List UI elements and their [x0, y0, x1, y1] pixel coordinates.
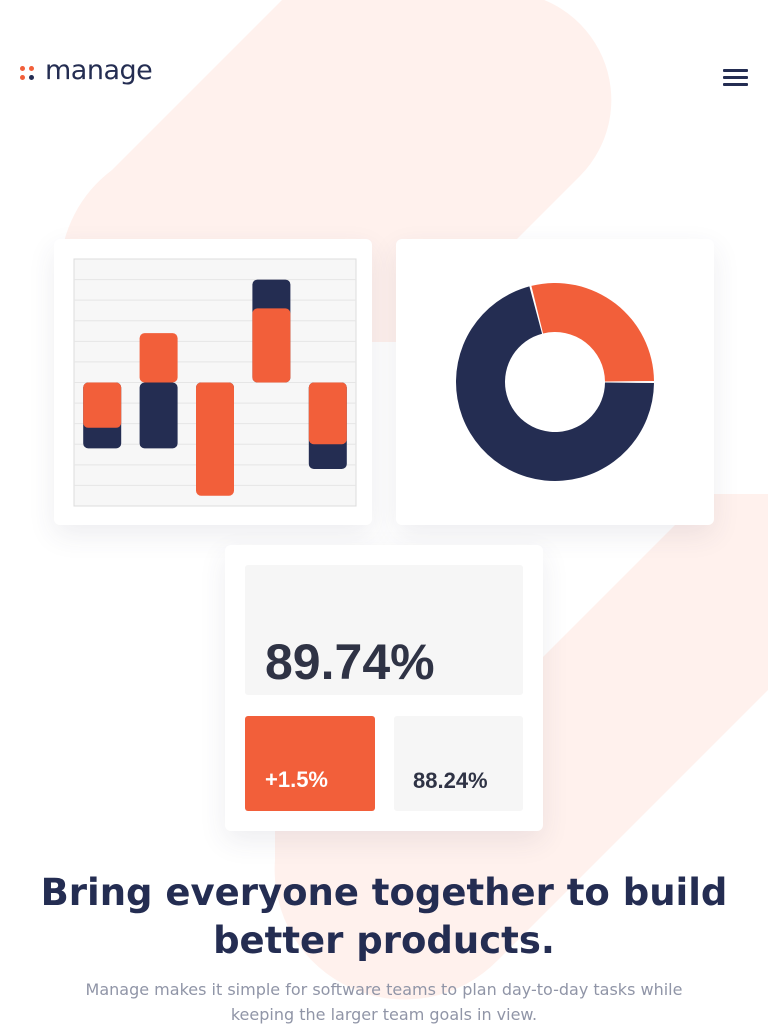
stat-change-panel: +1.5% — [245, 716, 375, 811]
bar-series-2-1 — [83, 382, 122, 428]
hamburger-menu-icon[interactable] — [720, 66, 750, 88]
logo-dot-bottom-right — [29, 75, 34, 80]
stat-change-value: +1.5% — [265, 767, 328, 792]
landing-page: manage 89.74% +1.5% 88.24% Bring everyon… — [0, 0, 768, 1024]
stat-main-panel: 89.74% — [245, 565, 523, 695]
stat-main-value: 89.74% — [265, 634, 435, 690]
stat-secondary-panel: 88.24% — [394, 716, 523, 811]
logo[interactable]: manage — [20, 54, 153, 88]
logo-dot-bottom-left — [20, 75, 25, 80]
hamburger-line-bottom — [723, 83, 748, 86]
hero-title: Bring everyone together to build better … — [40, 869, 728, 965]
hero-description: Manage makes it simple for software team… — [54, 977, 714, 1024]
logo-dots-icon — [20, 64, 36, 80]
bar-series-2-4 — [252, 308, 291, 383]
stat-secondary-value: 88.24% — [413, 768, 488, 793]
bar-chart-card — [54, 239, 372, 525]
hero-description-line-2: keeping the larger team goals in view. — [230, 1005, 538, 1024]
hero-title-line-1: Bring everyone together to build — [40, 871, 728, 914]
hamburger-line-middle — [723, 76, 748, 79]
logo-text: manage — [45, 54, 153, 86]
site-header: manage — [0, 0, 768, 150]
logo-dot-top-right — [29, 66, 34, 71]
stats-card: 89.74% +1.5% 88.24% — [225, 545, 543, 831]
logo-dot-top-left — [20, 66, 25, 71]
hamburger-line-top — [723, 69, 748, 72]
hero-title-line-2: better products. — [213, 919, 555, 962]
donut-slice-2 — [531, 283, 654, 382]
bar-series-2-5 — [308, 382, 347, 445]
bar-chart — [73, 258, 357, 507]
bar-series-2-2 — [139, 333, 178, 383]
donut-chart-card — [396, 239, 714, 525]
donut-chart — [455, 283, 654, 482]
hero-description-line-1: Manage makes it simple for software team… — [85, 980, 683, 999]
bar-series-2-3 — [196, 382, 234, 496]
bar-series-1-2 — [139, 382, 178, 449]
